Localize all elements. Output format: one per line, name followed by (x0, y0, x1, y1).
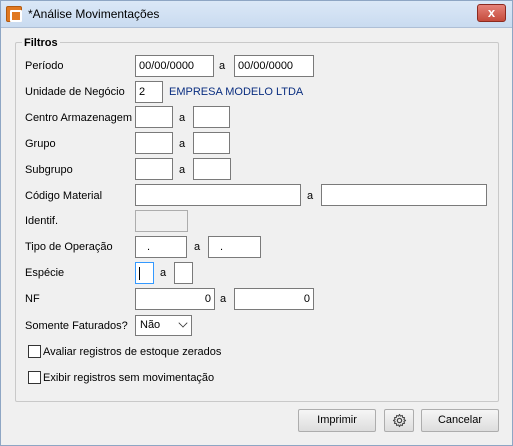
nf-to-input[interactable]: 0 (234, 288, 314, 310)
especie-label: Espécie (25, 267, 65, 279)
subgrupo-from-input[interactable] (135, 158, 173, 180)
identif-label: Identif. (25, 215, 59, 227)
centro-separator: a (179, 112, 186, 124)
window-title: *Análise Movimentações (28, 7, 160, 21)
nf-label: NF (25, 293, 40, 305)
text-caret (139, 266, 140, 280)
subgrupo-label: Subgrupo (25, 164, 73, 176)
especie-from-input[interactable] (135, 262, 154, 284)
especie-separator: a (160, 267, 167, 279)
centro-to-input[interactable] (193, 106, 230, 128)
avaliar-zerados-checkbox[interactable] (28, 345, 41, 358)
subgrupo-to-input[interactable] (193, 158, 231, 180)
exibir-sem-mov-checkbox[interactable] (28, 371, 41, 384)
periodo-to-input[interactable]: 00/00/0000 (234, 55, 314, 77)
periodo-from-input[interactable]: 00/00/0000 (135, 55, 214, 77)
grupo-label: Grupo (25, 138, 56, 150)
cancel-button[interactable]: Cancelar (421, 409, 499, 432)
unidade-label: Unidade de Negócio (25, 86, 125, 98)
app-icon (6, 6, 22, 22)
codigo-material-separator: a (307, 190, 314, 202)
tipo-operacao-separator: a (194, 241, 201, 253)
tipo-operacao-to-input[interactable]: . (208, 236, 261, 258)
title-bar[interactable]: *Análise Movimentações x (1, 1, 512, 28)
print-button[interactable]: Imprimir (298, 409, 376, 432)
unidade-name: EMPRESA MODELO LTDA (169, 86, 304, 98)
identif-input (135, 210, 188, 232)
unidade-code-input[interactable]: 2 (135, 81, 163, 103)
chevron-down-icon (178, 318, 188, 328)
centro-from-input[interactable] (135, 106, 173, 128)
somente-faturados-value: Não (140, 319, 161, 331)
tipo-operacao-from-input[interactable]: . (135, 236, 187, 258)
centro-label: Centro Armazenagem (25, 112, 132, 124)
periodo-label: Período (25, 60, 64, 72)
tipo-operacao-label: Tipo de Operação (25, 241, 113, 253)
codigo-material-label: Código Material (25, 190, 103, 202)
gear-icon (392, 413, 407, 428)
avaliar-zerados-label[interactable]: Avaliar registros de estoque zerados (43, 346, 221, 358)
codigo-material-to-input[interactable] (321, 184, 487, 206)
subgrupo-separator: a (179, 164, 186, 176)
nf-from-input[interactable]: 0 (135, 288, 215, 310)
filters-group-label: Filtros (22, 37, 60, 49)
grupo-separator: a (179, 138, 186, 150)
grupo-to-input[interactable] (193, 132, 230, 154)
settings-button[interactable] (384, 409, 414, 432)
nf-separator: a (220, 293, 227, 305)
periodo-separator: a (219, 60, 226, 72)
somente-faturados-select[interactable]: Não (135, 315, 192, 336)
exibir-sem-mov-label[interactable]: Exibir registros sem movimentação (43, 372, 214, 384)
grupo-from-input[interactable] (135, 132, 173, 154)
especie-to-input[interactable] (174, 262, 193, 284)
close-button[interactable]: x (477, 4, 506, 22)
somente-faturados-label: Somente Faturados? (25, 320, 128, 332)
codigo-material-from-input[interactable] (135, 184, 301, 206)
